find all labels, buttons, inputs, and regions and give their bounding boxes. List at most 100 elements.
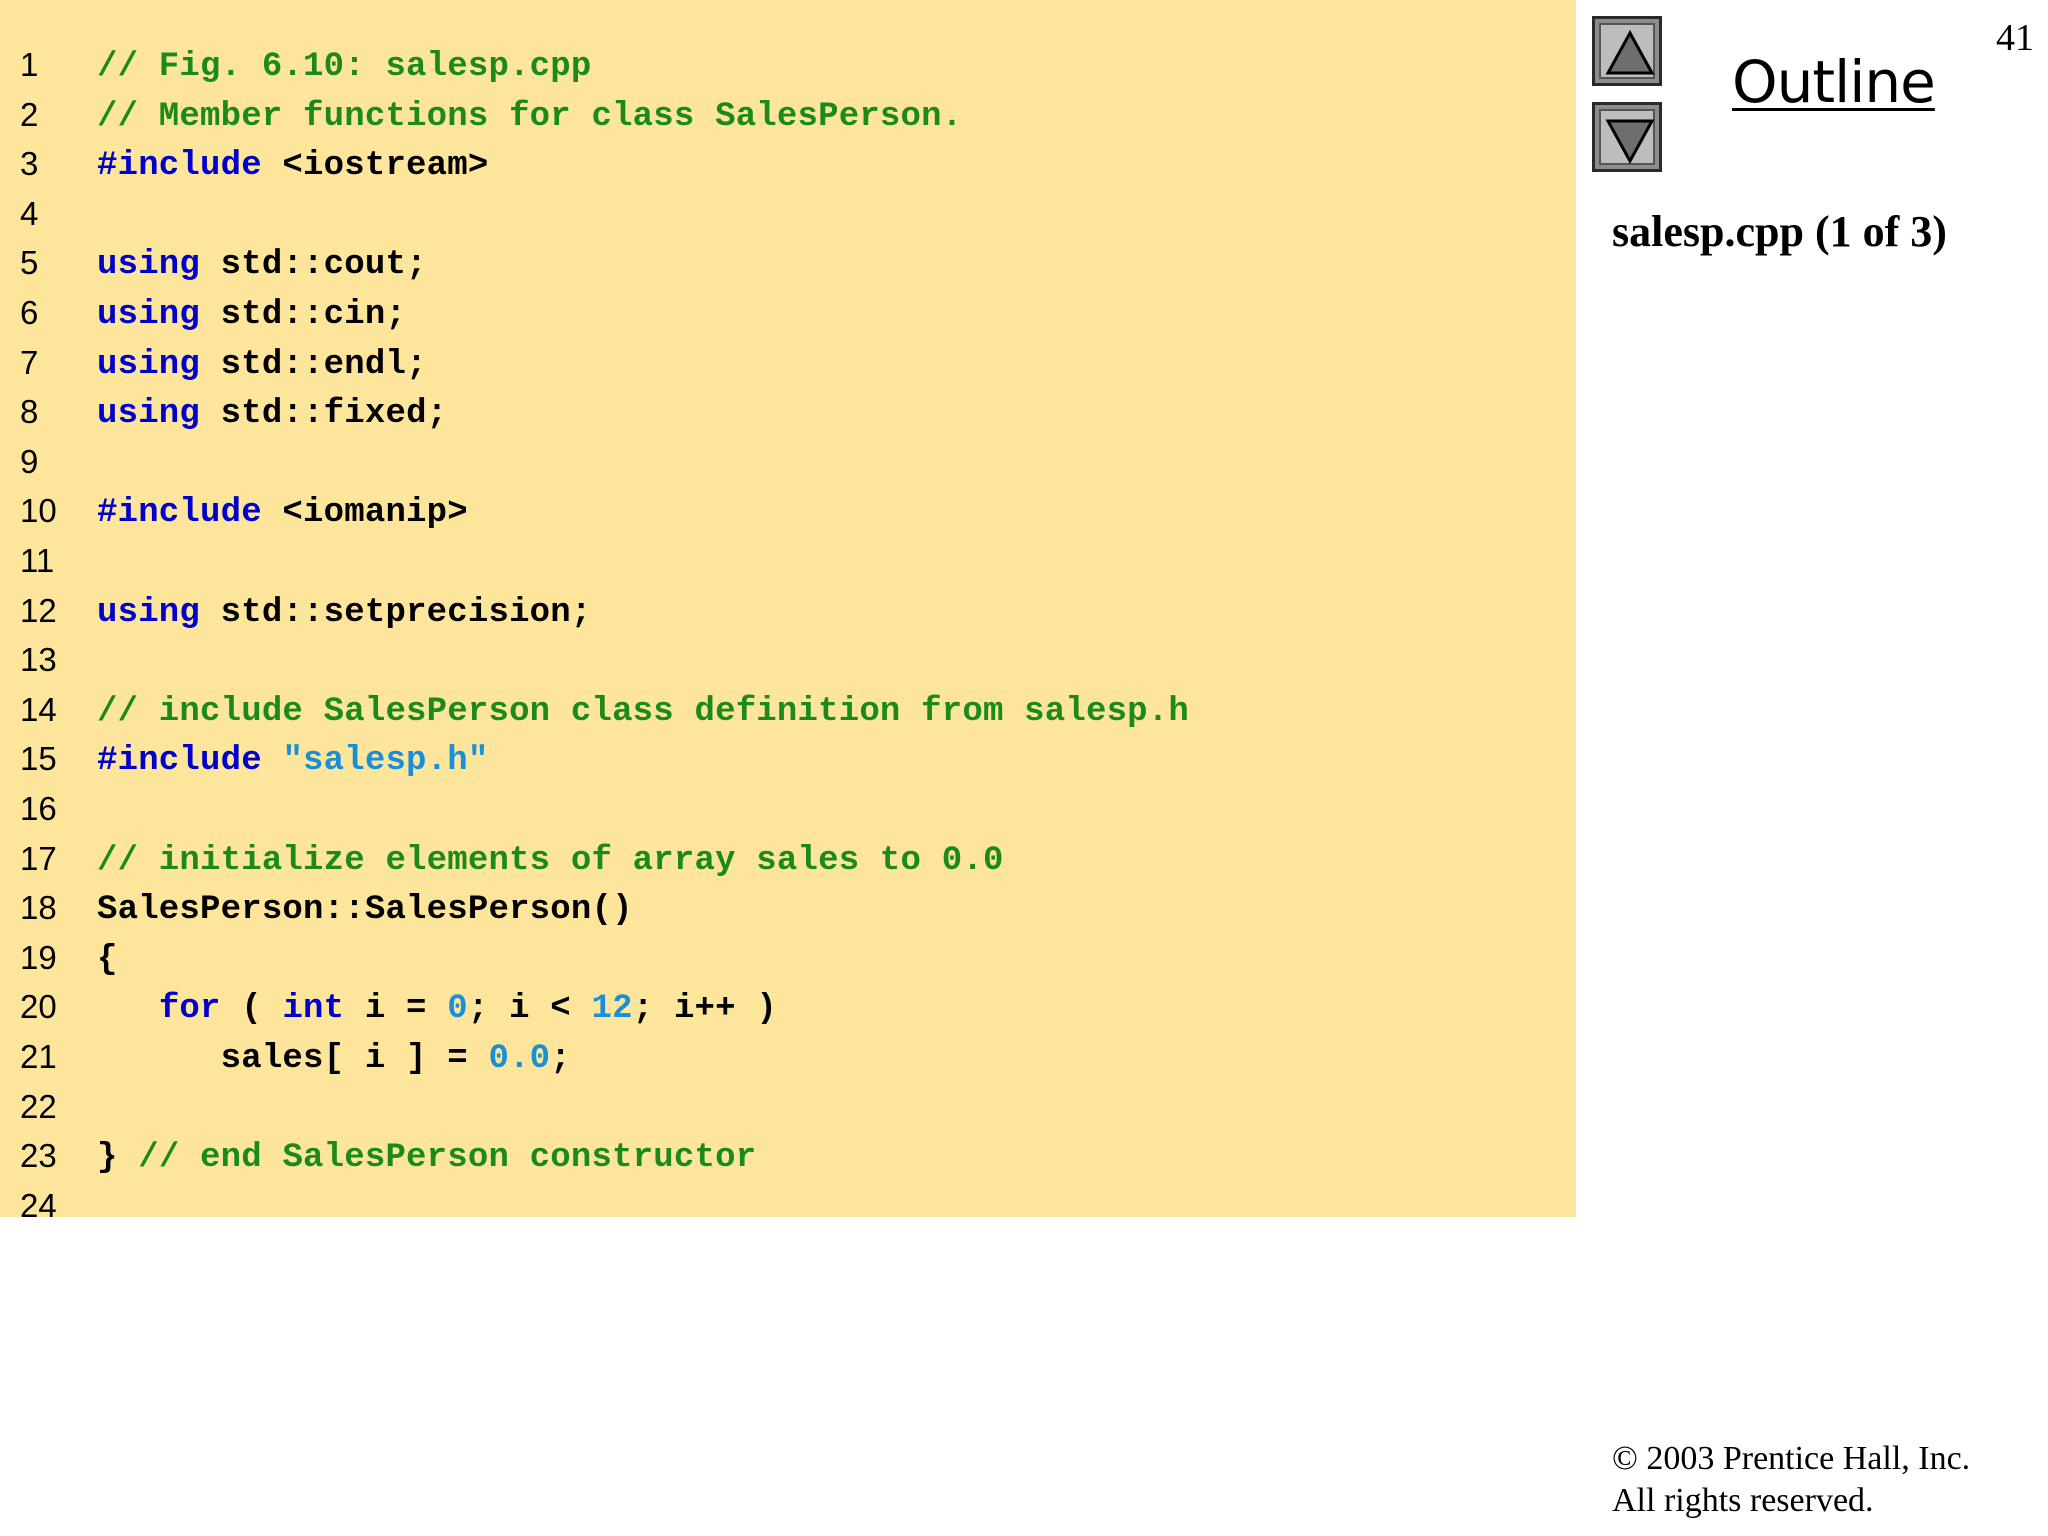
- code-token-plain: ; i++ ): [632, 990, 777, 1029]
- line-number: 5: [20, 244, 39, 282]
- code-listing-panel: 1 // Fig. 6.10: salesp.cpp 2 // Member func…: [0, 0, 1576, 1224]
- file-label: salesp.cpp (1 of 3): [1612, 207, 1947, 256]
- code-text: SalesPerson::SalesPerson(): [97, 885, 633, 935]
- code-token-plain: <iomanip>: [261, 494, 468, 533]
- code-token-string: "salesp.h": [282, 742, 489, 781]
- code-line: 7 using std::endl;: [0, 338, 1576, 388]
- line-number: 8: [20, 393, 39, 431]
- code-token-keyword: using: [97, 246, 201, 285]
- code-line: 12 using std::setprecision;: [0, 586, 1576, 636]
- outline-title[interactable]: Outline: [1732, 42, 1936, 122]
- code-line: 19 {: [0, 933, 1576, 983]
- code-token-plain: std::fixed;: [200, 395, 448, 434]
- line-number: 17: [20, 839, 57, 877]
- code-token-number: 12: [591, 990, 633, 1029]
- page-number: 41: [1996, 17, 2034, 59]
- code-token-comment: // end SalesPerson constructor: [138, 1139, 757, 1178]
- code-token-keyword: int: [282, 990, 345, 1029]
- line-number: 21: [20, 1038, 57, 1075]
- code-text: // initialize elements of array sales to…: [97, 836, 1004, 886]
- code-token-plain: i =: [344, 990, 448, 1029]
- code-text: // Fig. 6.10: salesp.cpp: [97, 42, 591, 92]
- previous-slide-button[interactable]: [1592, 16, 1662, 86]
- code-line: 3 #include <iostream>: [0, 139, 1576, 189]
- code-token-number: 0.0: [488, 1040, 551, 1078]
- code-token-number: 0: [447, 990, 468, 1029]
- code-text: using std::fixed;: [97, 389, 447, 439]
- code-text: #include "salesp.h": [97, 736, 488, 786]
- code-text: #include <iomanip>: [97, 488, 468, 538]
- code-line: 24: [0, 1181, 1576, 1231]
- code-token-keyword: using: [97, 593, 201, 632]
- code-text: {: [97, 935, 118, 985]
- code-line: 9: [0, 437, 1576, 487]
- code-token-keyword: #include: [97, 147, 262, 186]
- rights-line: All rights reserved.: [1612, 1482, 1874, 1519]
- code-line: 18 SalesPerson::SalesPerson(): [0, 883, 1576, 933]
- code-token-plain: {: [97, 940, 118, 979]
- code-line: 14 // include SalesPerson class definitio…: [0, 685, 1576, 735]
- code-token-comment: // Member functions for class SalesPerso…: [97, 97, 963, 136]
- code-text: using std::setprecision;: [97, 588, 592, 638]
- code-text: // include SalesPerson class definition …: [97, 687, 1189, 737]
- code-text: // Member functions for class SalesPerso…: [97, 92, 962, 142]
- code-line: 17 // initialize elements of array sales …: [0, 834, 1576, 884]
- code-line: 6 using std::cin;: [0, 288, 1576, 338]
- code-token-plain: ;: [550, 1040, 571, 1078]
- code-line: 1 // Fig. 6.10: salesp.cpp: [0, 40, 1576, 90]
- code-text: using std::cin;: [97, 290, 406, 340]
- code-line: 8 using std::fixed;: [0, 387, 1576, 437]
- code-token-plain: <iostream>: [261, 147, 489, 186]
- line-number: 16: [20, 790, 57, 827]
- line-number: 15: [20, 740, 57, 778]
- line-number: 22: [20, 1087, 57, 1125]
- line-number: 4: [20, 194, 39, 232]
- line-number: 24: [20, 1186, 57, 1224]
- line-number: 7: [20, 343, 39, 381]
- down-triangle-icon: [1605, 119, 1655, 165]
- code-token-keyword: using: [97, 296, 201, 334]
- code-token-comment: // Fig. 6.10: salesp.cpp: [97, 48, 592, 86]
- code-token-plain: }: [97, 1139, 139, 1178]
- line-number: 12: [20, 591, 57, 629]
- line-number: 18: [20, 889, 57, 927]
- code-token-plain: std::cout;: [200, 246, 427, 285]
- line-number: 11: [20, 542, 55, 579]
- code-token-keyword: using: [97, 345, 201, 384]
- line-number: 14: [20, 690, 57, 728]
- code-token-comment: // initialize elements of array sales to…: [97, 841, 1004, 880]
- code-text: #include <iostream>: [97, 141, 488, 191]
- code-line: 2 // Member functions for class SalesPers…: [0, 90, 1576, 140]
- code-line: 13: [0, 635, 1576, 685]
- line-number: 13: [20, 641, 57, 679]
- up-triangle-icon: [1605, 29, 1655, 75]
- code-text: for ( int i = 0; i < 12; i++ ): [97, 984, 777, 1034]
- code-line: 15 #include "salesp.h": [0, 734, 1576, 784]
- line-number: 10: [20, 492, 57, 530]
- code-token-plain: ; i <: [467, 990, 592, 1029]
- line-number: 1: [20, 46, 39, 83]
- code-line: 5 using std::cout;: [0, 238, 1576, 288]
- code-text: using std::cout;: [97, 240, 427, 290]
- code-token-keyword: #include: [97, 742, 262, 781]
- line-number: 6: [20, 294, 39, 331]
- line-number: 2: [20, 95, 39, 133]
- code-text: sales[ i ] = 0.0;: [97, 1034, 571, 1084]
- code-line: 10 #include <iomanip>: [0, 486, 1576, 536]
- code-token-comment: // include SalesPerson class definition …: [97, 692, 1189, 731]
- code-token-plain: std::setprecision;: [200, 593, 592, 632]
- code-token-plain: sales[ i ] =: [97, 1040, 489, 1078]
- line-number: 20: [20, 988, 57, 1026]
- line-number: 9: [20, 442, 39, 480]
- code-token-plain: SalesPerson::SalesPerson(): [97, 891, 633, 930]
- code-text: } // end SalesPerson constructor: [97, 1133, 756, 1183]
- copyright-line: © 2003 Prentice Hall, Inc.: [1612, 1440, 1971, 1477]
- code-token-keyword: for: [158, 990, 221, 1029]
- code-token-plain: std::endl;: [200, 345, 427, 384]
- line-number: 23: [20, 1137, 57, 1175]
- code-line: 21 sales[ i ] = 0.0;: [0, 1032, 1576, 1082]
- next-slide-button[interactable]: [1592, 102, 1662, 172]
- code-line: 20 for ( int i = 0; i < 12; i++ ): [0, 982, 1576, 1032]
